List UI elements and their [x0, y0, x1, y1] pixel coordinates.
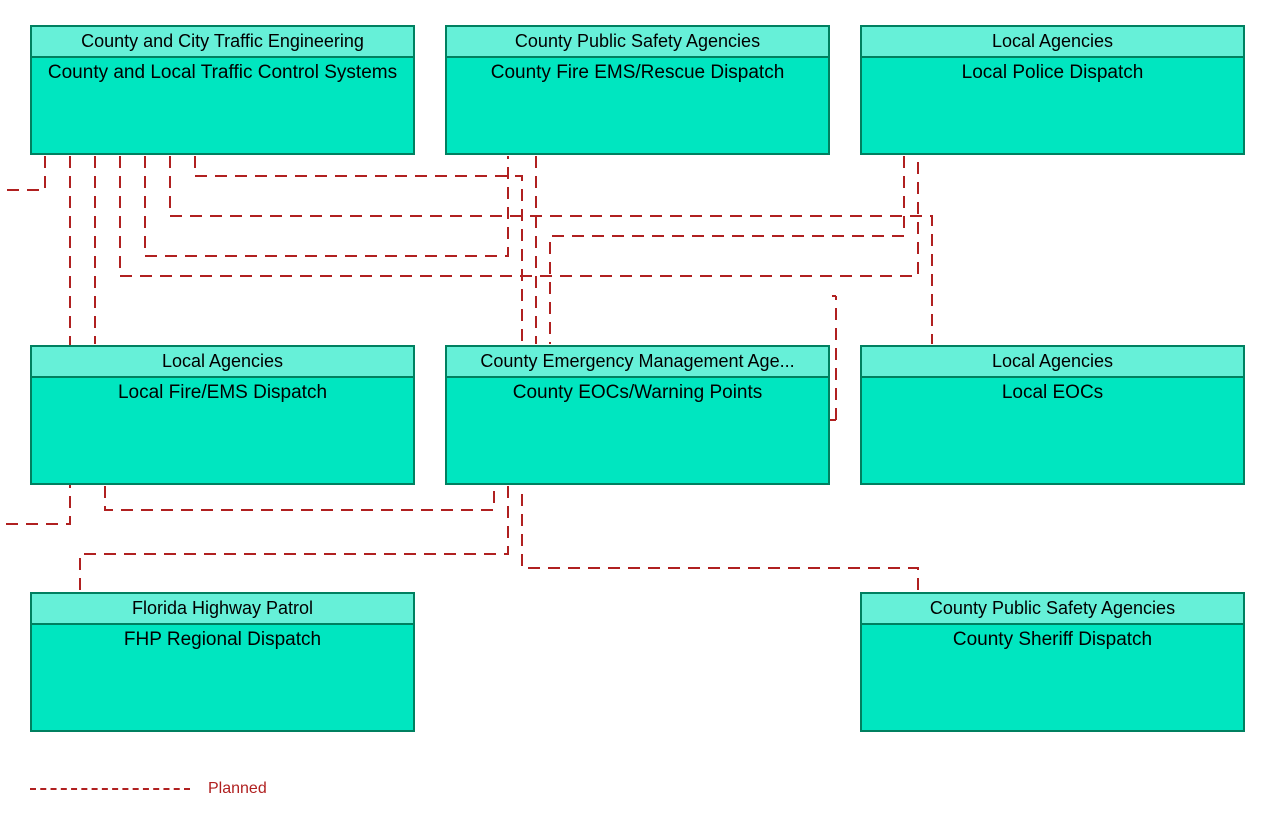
node-fhp[interactable]: Florida Highway Patrol FHP Regional Disp… [30, 592, 415, 732]
legend: Planned [30, 780, 267, 798]
legend-label: Planned [208, 780, 267, 798]
diagram-canvas: County and City Traffic Engineering Coun… [0, 0, 1262, 817]
legend-line-swatch [30, 788, 190, 790]
node-county-fire[interactable]: County Public Safety Agencies County Fir… [445, 25, 830, 155]
node-header: County Emergency Management Age... [447, 347, 828, 378]
node-body: County Fire EMS/Rescue Dispatch [447, 58, 828, 88]
node-county-eoc[interactable]: County Emergency Management Age... Count… [445, 345, 830, 485]
node-body: County and Local Traffic Control Systems [32, 58, 413, 88]
node-body: FHP Regional Dispatch [32, 625, 413, 655]
node-body: County EOCs/Warning Points [447, 378, 828, 408]
node-traffic-control[interactable]: County and City Traffic Engineering Coun… [30, 25, 415, 155]
node-body: County Sheriff Dispatch [862, 625, 1243, 655]
node-local-eoc[interactable]: Local Agencies Local EOCs [860, 345, 1245, 485]
node-local-police[interactable]: Local Agencies Local Police Dispatch [860, 25, 1245, 155]
node-header: Local Agencies [862, 347, 1243, 378]
node-header: County Public Safety Agencies [862, 594, 1243, 625]
node-header: Florida Highway Patrol [32, 594, 413, 625]
node-body: Local EOCs [862, 378, 1243, 408]
node-body: Local Police Dispatch [862, 58, 1243, 88]
node-body: Local Fire/EMS Dispatch [32, 378, 413, 408]
node-local-fire[interactable]: Local Agencies Local Fire/EMS Dispatch [30, 345, 415, 485]
node-header: County and City Traffic Engineering [32, 27, 413, 58]
node-header: Local Agencies [862, 27, 1243, 58]
node-header: County Public Safety Agencies [447, 27, 828, 58]
node-header: Local Agencies [32, 347, 413, 378]
node-sheriff[interactable]: County Public Safety Agencies County She… [860, 592, 1245, 732]
